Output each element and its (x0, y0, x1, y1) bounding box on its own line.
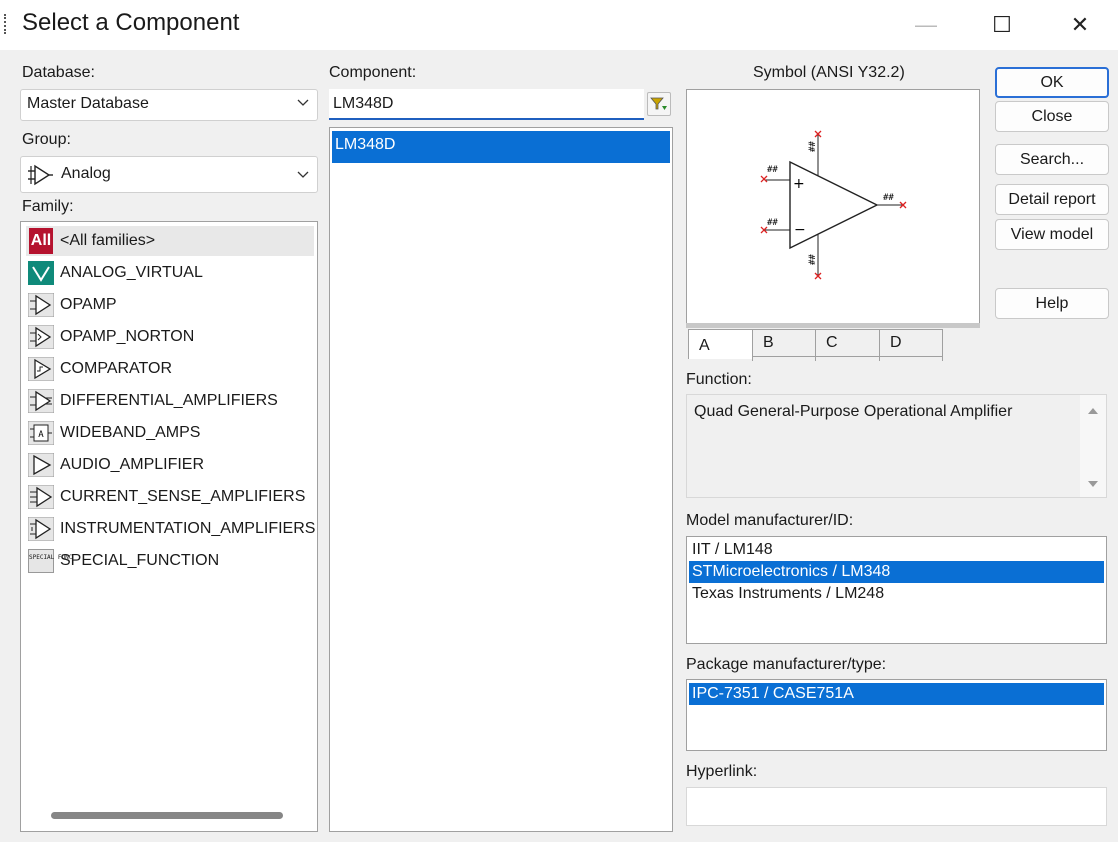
component-label: Component: (329, 64, 417, 81)
family-item-label: COMPARATOR (60, 360, 173, 377)
family-item-label: CURRENT_SENSE_AMPLIFIERS (60, 488, 306, 505)
scroll-up-icon (1088, 408, 1098, 414)
audio-amplifier-icon (26, 451, 56, 479)
ok-button[interactable]: OK (995, 67, 1109, 98)
close-button[interactable]: Close (995, 101, 1109, 132)
package-list[interactable]: IPC-7351 / CASE751A (686, 679, 1107, 751)
function-text: Quad General-Purpose Operational Amplifi… (694, 403, 1013, 420)
tab-baseline (753, 356, 943, 357)
model-label: Model manufacturer/ID: (686, 512, 854, 529)
svg-text:##: ## (883, 193, 894, 203)
family-item-label: SPECIAL_FUNCTION (60, 552, 220, 569)
family-item-all[interactable]: All <All families> (26, 226, 314, 256)
detail-report-button[interactable]: Detail report (995, 184, 1109, 215)
differential-amplifier-icon (26, 387, 56, 415)
opamp-icon (26, 291, 56, 319)
instrumentation-amp-icon (26, 515, 56, 543)
database-label: Database: (22, 64, 95, 81)
package-item-selected[interactable]: IPC-7351 / CASE751A (689, 683, 1104, 705)
wideband-amp-icon: A (26, 419, 56, 447)
function-label: Function: (686, 371, 752, 388)
chevron-down-icon (297, 99, 309, 106)
analog-virtual-icon (26, 259, 56, 287)
svg-text:+: + (793, 176, 805, 192)
family-item-differential-amplifiers[interactable]: DIFFERENTIAL_AMPLIFIERS (26, 386, 278, 416)
family-item-analog-virtual[interactable]: ANALOG_VIRTUAL (26, 258, 203, 288)
close-window-button[interactable]: ✕ (1052, 0, 1108, 50)
filter-icon[interactable] (647, 92, 671, 116)
minimize-button[interactable]: — (898, 0, 954, 50)
family-item-label: OPAMP_NORTON (60, 328, 195, 345)
package-label: Package manufacturer/type: (686, 656, 887, 673)
svg-text:##: ## (767, 165, 778, 175)
component-item[interactable]: LM348D (332, 131, 670, 163)
family-item-current-sense-amplifiers[interactable]: CURRENT_SENSE_AMPLIFIERS (26, 482, 305, 512)
chevron-down-icon (297, 171, 309, 178)
model-item[interactable]: Texas Instruments / LM248 (689, 583, 1104, 605)
opamp-norton-icon (26, 323, 56, 351)
family-item-opamp-norton[interactable]: OPAMP_NORTON (26, 322, 194, 352)
svg-text:−: − (794, 222, 806, 238)
svg-text:##: ## (808, 141, 818, 152)
database-select[interactable]: Master Database (20, 89, 318, 121)
group-label: Group: (22, 131, 71, 148)
opamp-icon (28, 164, 53, 186)
family-list[interactable]: All <All families> ANALOG_VIRTUAL OPAMP … (20, 221, 318, 832)
scroll-down-icon (1088, 481, 1098, 487)
hyperlink-label: Hyperlink: (686, 763, 758, 780)
family-item-instrumentation-amplifiers[interactable]: INSTRUMENTATION_AMPLIFIERS (26, 514, 315, 544)
svg-text:##: ## (808, 254, 818, 265)
model-list[interactable]: IIT / LM148 STMicroelectronics / LM348 T… (686, 536, 1107, 644)
svg-text:A: A (38, 430, 44, 440)
family-item-label: OPAMP (60, 296, 117, 313)
comparator-icon (26, 355, 56, 383)
group-select[interactable]: Analog (20, 156, 318, 193)
family-item-label: <All families> (60, 232, 156, 249)
family-item-audio-amplifier[interactable]: AUDIO_AMPLIFIER (26, 450, 204, 480)
function-text-box: Quad General-Purpose Operational Amplifi… (686, 394, 1107, 498)
family-item-label: INSTRUMENTATION_AMPLIFIERS (60, 520, 316, 537)
maximize-button[interactable]: ☐ (974, 0, 1030, 50)
dialog-title: Select a Component (22, 9, 240, 36)
component-list[interactable]: LM348D (329, 127, 673, 832)
tab-a[interactable]: A (688, 329, 754, 359)
window-edge-marker (4, 14, 6, 34)
family-item-label: DIFFERENTIAL_AMPLIFIERS (60, 392, 278, 409)
family-item-wideband-amps[interactable]: A WIDEBAND_AMPS (26, 418, 200, 448)
symbol-scroll-edge (686, 323, 980, 328)
hyperlink-field[interactable] (686, 787, 1107, 826)
model-item-selected[interactable]: STMicroelectronics / LM348 (689, 561, 1104, 583)
symbol-label: Symbol (ANSI Y32.2) (753, 64, 905, 81)
title-bar: Select a Component — ☐ ✕ (0, 0, 1118, 50)
family-item-label: AUDIO_AMPLIFIER (60, 456, 205, 473)
group-value: Analog (61, 165, 111, 182)
help-button[interactable]: Help (995, 288, 1109, 319)
all-families-icon: All (26, 227, 56, 255)
svg-text:##: ## (767, 218, 778, 228)
view-model-button[interactable]: View model (995, 219, 1109, 250)
horizontal-scrollbar[interactable] (51, 812, 283, 819)
model-item[interactable]: IIT / LM148 (689, 539, 1104, 561)
function-scrollbar[interactable] (1080, 395, 1106, 497)
family-item-label: WIDEBAND_AMPS (60, 424, 201, 441)
component-search-input[interactable]: LM348D (329, 89, 644, 120)
current-sense-icon (26, 483, 56, 511)
family-item-label: ANALOG_VIRTUAL (60, 264, 203, 281)
select-component-dialog: Select a Component — ☐ ✕ Database: Maste… (0, 0, 1118, 842)
special-function-icon: SPECIAL FUNC (26, 547, 72, 575)
family-item-opamp[interactable]: OPAMP (26, 290, 117, 320)
family-label: Family: (22, 198, 74, 215)
database-value: Master Database (27, 95, 149, 112)
opamp-symbol-icon: + − ## ## ## ## ## (760, 130, 907, 280)
family-item-comparator[interactable]: COMPARATOR (26, 354, 172, 384)
symbol-preview: + − ## ## ## ## ## (686, 89, 980, 328)
search-button[interactable]: Search... (995, 144, 1109, 175)
family-item-special-function[interactable]: SPECIAL FUNC SPECIAL_FUNCTION (26, 546, 219, 576)
